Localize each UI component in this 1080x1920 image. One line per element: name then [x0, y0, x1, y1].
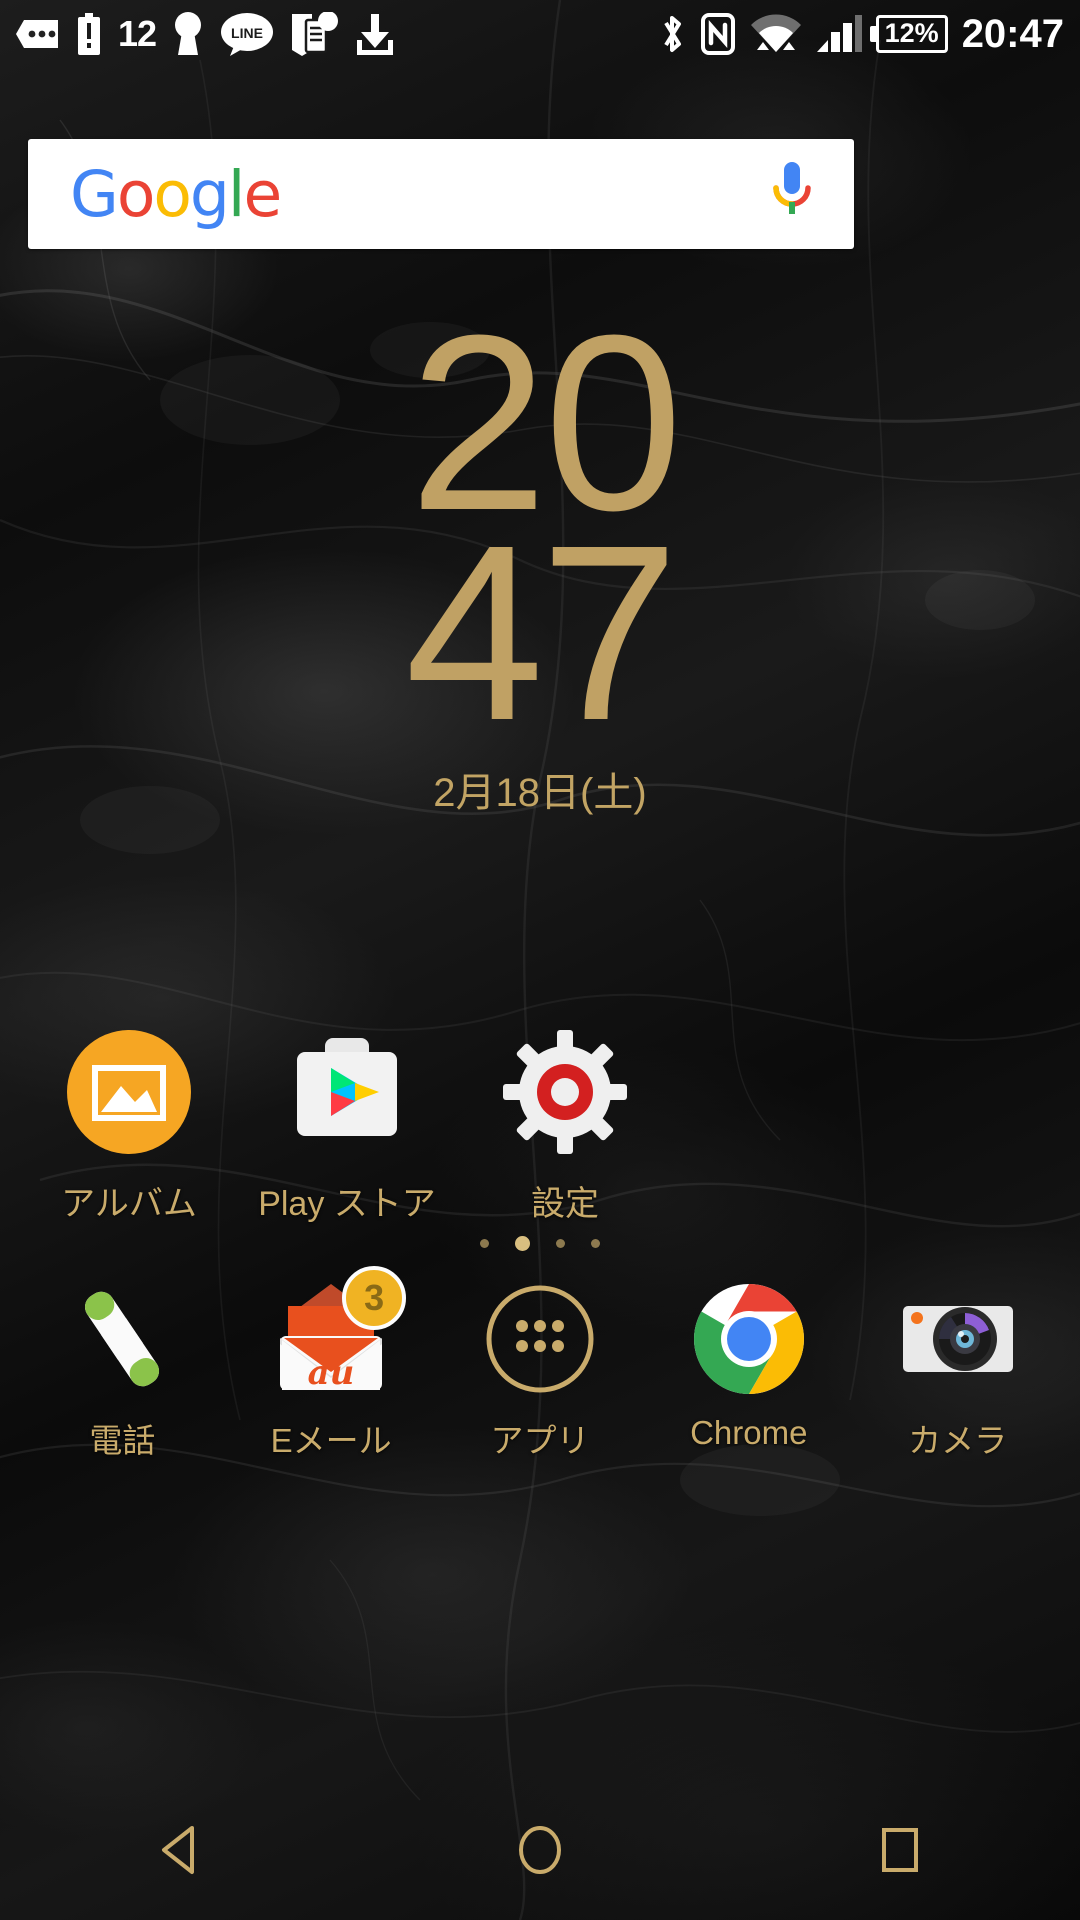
navigation-bar — [0, 1780, 1080, 1920]
app-grid: アルバム Play ストア 設定 — [0, 1028, 1080, 1225]
dock-label: 電話 — [89, 1422, 156, 1459]
download-icon — [354, 12, 396, 56]
dock-label: Chrome — [690, 1414, 808, 1451]
app-label: アルバム — [61, 1185, 197, 1223]
page-dot[interactable] — [556, 1239, 565, 1248]
play-store-icon — [283, 1028, 411, 1156]
back-button[interactable] — [80, 1780, 280, 1920]
more-notifications-icon — [16, 18, 60, 50]
notification-badge: 3 — [342, 1266, 407, 1330]
dock-item-email[interactable]: au 3 Eメール — [236, 1266, 426, 1462]
google-logo: Google — [70, 157, 282, 231]
dock-item-phone[interactable]: 電話 — [27, 1280, 217, 1462]
battery-alert-icon — [76, 13, 102, 55]
unread-count-icon: 12 — [118, 13, 157, 54]
dock-item-chrome[interactable]: Chrome — [654, 1280, 844, 1462]
status-bar-clock: 20:47 — [961, 12, 1064, 56]
album-icon — [65, 1028, 193, 1156]
dock-label: カメラ — [908, 1422, 1008, 1459]
svg-text:au: au — [308, 1353, 355, 1393]
status-notification-area: 12 LINE — [16, 12, 658, 56]
phone-icon — [63, 1280, 181, 1398]
triangle-left-icon — [162, 1826, 194, 1874]
keyhole-icon — [172, 12, 204, 56]
app-icon-settings[interactable]: 設定 — [456, 1028, 674, 1225]
google-logo-letter: g — [189, 157, 230, 231]
google-logo-letter: o — [116, 157, 156, 231]
microphone-icon[interactable] — [766, 160, 818, 229]
camera-icon — [899, 1280, 1017, 1398]
au-email-icon: au 3 — [272, 1266, 407, 1398]
google-logo-letter: l — [227, 157, 245, 231]
dock-label: Eメール — [270, 1422, 392, 1459]
app-icon-album[interactable]: アルバム — [20, 1028, 238, 1225]
square-icon — [882, 1828, 918, 1872]
home-button[interactable] — [440, 1780, 640, 1920]
page-dot[interactable] — [480, 1239, 489, 1248]
app-label: Play ストア — [258, 1185, 436, 1223]
status-bar[interactable]: 12 LINE 12% 20:47 — [0, 0, 1080, 68]
chrome-icon — [690, 1280, 808, 1398]
bluetooth-icon — [658, 12, 686, 56]
recents-button[interactable] — [800, 1780, 1000, 1920]
page-dot-active[interactable] — [515, 1236, 530, 1251]
app-label: 設定 — [531, 1185, 599, 1223]
google-logo-letter: e — [243, 157, 282, 231]
app-icon-play-store[interactable]: Play ストア — [238, 1028, 456, 1225]
google-logo-letter: o — [153, 157, 192, 231]
line-app-icon: LINE — [220, 12, 274, 56]
wifi-icon — [750, 14, 802, 54]
dock-item-app-drawer[interactable]: アプリ — [445, 1280, 635, 1462]
settings-icon — [501, 1028, 629, 1156]
svg-text:LINE: LINE — [231, 25, 263, 41]
dock-item-camera[interactable]: カメラ — [863, 1280, 1053, 1462]
clock-minutes: 47 — [404, 493, 679, 772]
dock: 電話 au 3 Eメール アプリ Chrome カメラ — [0, 1266, 1080, 1462]
nfc-icon — [700, 12, 736, 56]
circle-icon — [519, 1826, 561, 1874]
dock-label: アプリ — [490, 1422, 590, 1459]
document-notification-icon — [290, 12, 339, 56]
clock-date: 2月18日(土) — [433, 771, 647, 815]
signal-icon — [816, 14, 862, 54]
battery-percent-indicator: 12% — [875, 15, 948, 53]
status-system-area: 12% 20:47 — [658, 12, 1064, 56]
google-search-bar[interactable]: Google — [28, 139, 854, 249]
app-drawer-icon — [481, 1280, 599, 1398]
google-logo-letter: G — [70, 157, 119, 231]
page-indicator[interactable] — [0, 1236, 1080, 1251]
clock-widget[interactable]: 20 47 2月18日(土) — [0, 298, 1080, 818]
page-dot[interactable] — [591, 1239, 600, 1248]
